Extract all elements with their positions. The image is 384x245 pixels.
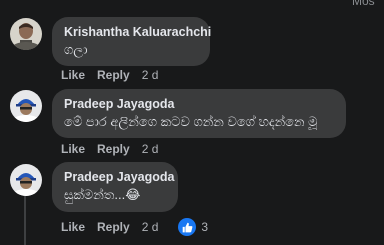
thread-line [24, 196, 26, 245]
reply-button[interactable]: Reply [97, 142, 130, 156]
comment-author[interactable]: Krishantha Kaluarachchi [64, 25, 211, 39]
reply-button[interactable]: Reply [97, 220, 130, 234]
timestamp[interactable]: 2 d [142, 68, 159, 82]
comment-bubble: Krishantha Kaluarachchi ගලා [52, 17, 211, 66]
comment-bubble: Pradeep Jayagoda සුක්මන්ත...😂 [52, 162, 178, 212]
comment-text: සුක්මන්ත...😂 [64, 187, 141, 202]
like-button[interactable]: Like [61, 142, 85, 156]
thumbs-up-icon [178, 218, 197, 236]
comment-author[interactable]: Pradeep Jayagoda [64, 170, 174, 184]
reaction-summary[interactable]: 3 [178, 218, 208, 236]
reply-button[interactable]: Reply [97, 68, 130, 82]
comment-author[interactable]: Pradeep Jayagoda [64, 97, 334, 111]
timestamp[interactable]: 2 d [142, 142, 159, 156]
like-button[interactable]: Like [61, 68, 85, 82]
like-button[interactable]: Like [61, 220, 85, 234]
reaction-count: 3 [201, 220, 209, 234]
header-cut-text: Mos [352, 0, 375, 8]
comment-bubble: Pradeep Jayagoda මේ පාර අලින්ගෙ කටව ගන්න… [52, 89, 346, 138]
avatar[interactable] [10, 90, 42, 122]
timestamp[interactable]: 2 d [142, 220, 159, 234]
comment-text: ගලා [64, 42, 88, 57]
comment-actions: Like Reply 2 d [61, 142, 158, 156]
comment-text: මේ පාර අලින්ගෙ කටව ගන්න වගේ හදන්නෙ මූ [64, 114, 318, 129]
comment-actions: Like Reply 2 d 3 [61, 218, 208, 236]
avatar[interactable] [10, 164, 42, 196]
comment-actions: Like Reply 2 d [61, 68, 158, 82]
avatar[interactable] [10, 18, 42, 50]
